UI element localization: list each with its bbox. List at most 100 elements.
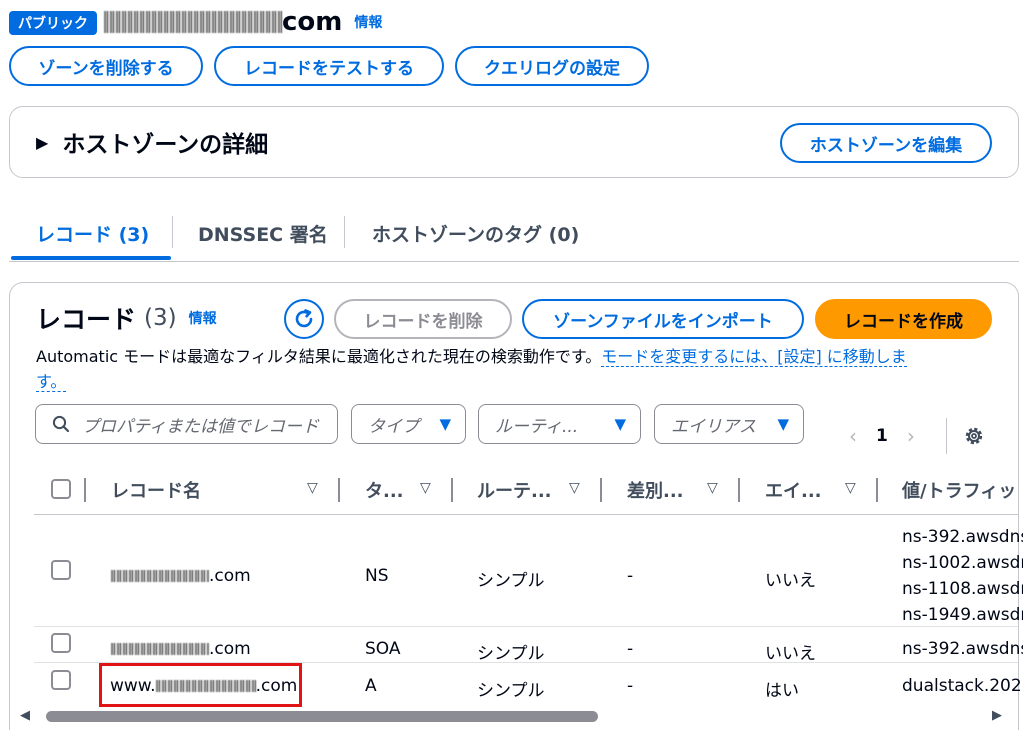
- scroll-left-icon[interactable]: ◀: [20, 708, 30, 723]
- column-separator: [738, 478, 740, 502]
- current-page[interactable]: 1: [876, 426, 888, 446]
- redacted-domain: [104, 11, 282, 33]
- column-header-type[interactable]: タ...: [365, 472, 404, 508]
- record-differentiator: -: [627, 676, 634, 696]
- column-header-routing[interactable]: ルーテ...: [477, 472, 552, 508]
- record-value: ns-1002.awsdr: [902, 553, 1023, 573]
- scroll-right-icon[interactable]: ▶: [992, 708, 1002, 723]
- record-differentiator: -: [627, 566, 634, 586]
- tabs-divider: [9, 261, 1019, 262]
- column-header-value[interactable]: 値/トラフィッ: [902, 472, 1016, 508]
- select-all-checkbox[interactable]: [51, 479, 71, 499]
- column-header-alias[interactable]: エイ...: [765, 472, 822, 508]
- pagination-divider: [946, 418, 947, 454]
- record-alias: いいえ: [765, 571, 816, 591]
- test-record-button[interactable]: レコードをテストする: [214, 46, 444, 86]
- column-separator: [600, 478, 602, 502]
- record-value: ns-1949.awsdr: [902, 605, 1023, 625]
- record-alias: いいえ: [765, 644, 816, 664]
- records-info-link[interactable]: 情報: [189, 308, 217, 328]
- column-separator: [338, 478, 340, 502]
- routing-filter[interactable]: ルーティ... ▼: [478, 404, 641, 444]
- refresh-icon: [295, 309, 313, 328]
- details-title: ホストゾーンの詳細: [62, 132, 269, 158]
- record-routing: シンプル: [477, 681, 545, 701]
- sort-icon[interactable]: ▽: [307, 480, 318, 496]
- record-value: ns-392.awsdns: [902, 639, 1023, 659]
- preferences-button[interactable]: [962, 424, 986, 448]
- gear-icon: [965, 427, 983, 445]
- mode-description: Automatic モードは最適なフィルタ結果に最適化された現在の検索動作です。…: [36, 344, 986, 394]
- details-expand-toggle[interactable]: ▶ ホストゾーンの詳細: [36, 124, 268, 160]
- pagination: ‹ 1 ›: [842, 420, 922, 452]
- tab-records[interactable]: レコード (3): [36, 208, 149, 258]
- alias-filter-label: エイリアス: [671, 416, 756, 437]
- row-checkbox[interactable]: [51, 560, 71, 580]
- records-count: (3): [144, 305, 177, 331]
- mode-description-text: Automatic モードは最適なフィルタ結果に最適化された現在の検索動作です。: [36, 347, 602, 366]
- column-separator: [451, 478, 453, 502]
- column-header-record-name[interactable]: レコード名: [111, 472, 201, 508]
- caret-down-icon: ▼: [777, 415, 789, 433]
- zone-title-suffix: com: [282, 7, 343, 37]
- records-title: レコード: [36, 305, 137, 334]
- refresh-button[interactable]: [284, 299, 324, 339]
- column-separator: [876, 478, 878, 502]
- tab-separator: [344, 216, 345, 248]
- sort-icon[interactable]: ▽: [845, 480, 856, 496]
- zone-info-link[interactable]: 情報: [354, 12, 382, 32]
- record-value: ns-392.awsdns: [902, 527, 1023, 547]
- type-filter-label: タイプ: [368, 416, 419, 437]
- tab-tags[interactable]: ホストゾーンのタグ (0): [372, 208, 579, 258]
- hosted-zone-title: com 情報: [104, 6, 382, 38]
- scrollbar-thumb[interactable]: [46, 711, 598, 722]
- public-badge: パブリック: [9, 11, 97, 35]
- record-alias: はい: [765, 681, 799, 701]
- chevron-right-icon[interactable]: ›: [900, 424, 922, 448]
- record-value: ns-1108.awsdr: [902, 579, 1023, 599]
- record-routing: シンプル: [477, 571, 545, 591]
- records-heading: レコード (3) 情報: [36, 300, 217, 336]
- record-differentiator: -: [627, 639, 634, 659]
- highlight-box: [99, 663, 302, 707]
- change-mode-link-continued[interactable]: す。: [36, 372, 67, 392]
- alias-filter[interactable]: エイリアス ▼: [654, 404, 804, 444]
- caret-down-icon: ▼: [439, 415, 451, 433]
- record-name: .com: [111, 639, 251, 659]
- header-divider: [34, 514, 1018, 515]
- redacted-domain: [111, 570, 209, 582]
- record-type: SOA: [365, 639, 401, 659]
- delete-record-button[interactable]: レコードを削除: [334, 299, 512, 339]
- record-type: A: [365, 676, 377, 696]
- edit-zone-button[interactable]: ホストゾーンを編集: [780, 123, 992, 163]
- search-icon: [52, 415, 70, 433]
- row-checkbox[interactable]: [51, 633, 71, 653]
- change-mode-link[interactable]: モードを変更するには、[設定] に移動しま: [601, 347, 907, 367]
- search-input[interactable]: プロパティまたは値でレコード: [82, 412, 319, 437]
- caret-right-icon: ▶: [36, 132, 49, 152]
- routing-filter-label: ルーティ...: [495, 416, 579, 437]
- sort-icon[interactable]: ▽: [707, 480, 718, 496]
- chevron-left-icon[interactable]: ‹: [842, 424, 864, 448]
- caret-down-icon: ▼: [614, 415, 626, 433]
- column-separator: [84, 478, 86, 502]
- redacted-domain: [111, 643, 209, 655]
- record-type: NS: [365, 566, 389, 586]
- delete-zone-button[interactable]: ゾーンを削除する: [9, 46, 203, 86]
- sort-icon[interactable]: ▽: [420, 480, 431, 496]
- query-log-button[interactable]: クエリログの設定: [455, 46, 649, 86]
- import-zone-file-button[interactable]: ゾーンファイルをインポート: [522, 299, 804, 339]
- tab-dnssec[interactable]: DNSSEC 署名: [198, 208, 328, 258]
- create-record-button[interactable]: レコードを作成: [815, 299, 992, 339]
- horizontal-scrollbar[interactable]: ◀ ▶: [20, 708, 1010, 724]
- tab-separator: [172, 216, 173, 248]
- sort-icon[interactable]: ▽: [569, 480, 580, 496]
- row-checkbox[interactable]: [51, 670, 71, 690]
- record-search-field[interactable]: プロパティまたは値でレコード: [35, 404, 338, 444]
- record-value: dualstack.2025: [902, 676, 1023, 696]
- record-name: .com: [111, 566, 251, 586]
- column-header-differentiator[interactable]: 差別...: [627, 472, 684, 508]
- row-divider: [34, 626, 1018, 627]
- type-filter[interactable]: タイプ ▼: [351, 404, 466, 444]
- record-routing: シンプル: [477, 644, 545, 664]
